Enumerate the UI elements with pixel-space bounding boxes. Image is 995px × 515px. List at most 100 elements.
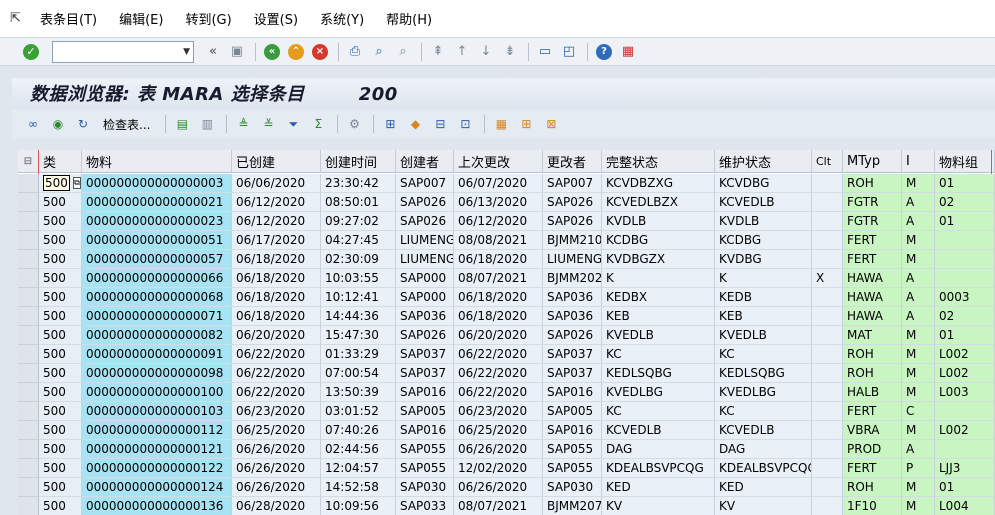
- value-help-icon[interactable]: ⧉: [72, 177, 81, 189]
- cell-industry[interactable]: M: [902, 364, 935, 383]
- table-row[interactable]: 500 000000000000000112 06/25/2020 07:40:26 S…: [18, 421, 995, 440]
- cell-maint-status[interactable]: K: [715, 269, 812, 288]
- cell-created-on[interactable]: 06/22/2020: [232, 383, 321, 402]
- cell-created-on[interactable]: 06/20/2020: [232, 326, 321, 345]
- cell-created-time[interactable]: 10:09:56: [321, 497, 396, 515]
- cell-class[interactable]: 500: [39, 364, 82, 383]
- cell-changed-by[interactable]: SAP007: [543, 174, 602, 193]
- cell-created-by[interactable]: SAP016: [396, 383, 454, 402]
- cell-last-change[interactable]: 06/18/2020: [454, 288, 543, 307]
- cell-changed-by[interactable]: SAP026: [543, 212, 602, 231]
- cell-created-by[interactable]: SAP037: [396, 364, 454, 383]
- last-page-icon[interactable]: ⇟: [499, 41, 521, 63]
- cell-maint-status[interactable]: KC: [715, 345, 812, 364]
- cell-created-by[interactable]: SAP000: [396, 288, 454, 307]
- cell-complete-status[interactable]: KEDLSQBG: [602, 364, 715, 383]
- cell-class[interactable]: 500: [39, 212, 82, 231]
- cell-client[interactable]: [812, 212, 843, 231]
- menu-edit[interactable]: 编辑(E): [119, 9, 163, 28]
- cell-maint-status[interactable]: KCVEDLB: [715, 193, 812, 212]
- cell-material-group[interactable]: 01: [935, 174, 995, 193]
- cell-client[interactable]: [812, 250, 843, 269]
- column-header-last-change[interactable]: 上次更改: [454, 150, 543, 173]
- cell-class[interactable]: 500: [39, 345, 82, 364]
- cell-last-change[interactable]: 06/18/2020: [454, 307, 543, 326]
- cell-complete-status[interactable]: KVEDLB: [602, 326, 715, 345]
- glasses-icon[interactable]: ∞: [22, 114, 44, 134]
- cell-material[interactable]: 000000000000000003: [82, 174, 232, 193]
- cell-maint-status[interactable]: KVEDLBG: [715, 383, 812, 402]
- cell-material[interactable]: 000000000000000136: [82, 497, 232, 515]
- cell-material-type[interactable]: HAWA: [843, 307, 902, 326]
- customize-layout-icon[interactable]: ▦: [617, 41, 639, 63]
- cell-material-type[interactable]: FERT: [843, 231, 902, 250]
- cell-material-type[interactable]: VBRA: [843, 421, 902, 440]
- cell-material-group[interactable]: [935, 440, 995, 459]
- cell-industry[interactable]: A: [902, 440, 935, 459]
- row-selector[interactable]: [18, 364, 39, 383]
- cell-created-on[interactable]: 06/22/2020: [232, 345, 321, 364]
- table-row[interactable]: 500 000000000000000082 06/20/2020 15:47:30 S…: [18, 326, 995, 345]
- cell-material-type[interactable]: ROH: [843, 174, 902, 193]
- menu-system[interactable]: 系统(Y): [320, 9, 364, 28]
- row-selector[interactable]: [18, 174, 39, 193]
- column-header-maint-status[interactable]: 维护状态: [715, 150, 812, 173]
- row-selector[interactable]: [18, 231, 39, 250]
- cell-material-group[interactable]: 01: [935, 478, 995, 497]
- cell-material-group[interactable]: L002: [935, 345, 995, 364]
- cell-client[interactable]: X: [812, 269, 843, 288]
- help-button[interactable]: ?: [593, 41, 615, 63]
- cell-last-change[interactable]: 06/22/2020: [454, 345, 543, 364]
- cell-industry[interactable]: M: [902, 421, 935, 440]
- cell-maint-status[interactable]: KV: [715, 497, 812, 515]
- cell-created-by[interactable]: SAP036: [396, 307, 454, 326]
- cell-last-change[interactable]: 06/23/2020: [454, 402, 543, 421]
- menu-table-entry[interactable]: 表条目(T): [40, 9, 97, 28]
- cell-client[interactable]: [812, 307, 843, 326]
- cell-class[interactable]: 500: [39, 307, 82, 326]
- select-all-cells-icon[interactable]: ⊟: [18, 150, 39, 173]
- cell-class[interactable]: 500: [39, 193, 82, 212]
- cell-changed-by[interactable]: SAP026: [543, 193, 602, 212]
- column-header-material-group[interactable]: 物料组: [935, 150, 995, 173]
- cell-created-by[interactable]: SAP016: [396, 421, 454, 440]
- table-row[interactable]: 500 000000000000000066 06/18/2020 10:03:55 S…: [18, 269, 995, 288]
- cell-industry[interactable]: M: [902, 383, 935, 402]
- cell-last-change[interactable]: 08/07/2021: [454, 269, 543, 288]
- cell-client[interactable]: [812, 326, 843, 345]
- cell-material[interactable]: 000000000000000122: [82, 459, 232, 478]
- cell-maint-status[interactable]: DAG: [715, 440, 812, 459]
- cell-material-group[interactable]: [935, 269, 995, 288]
- cell-changed-by[interactable]: SAP036: [543, 288, 602, 307]
- cell-industry[interactable]: M: [902, 326, 935, 345]
- cell-class[interactable]: 500: [39, 497, 82, 515]
- column-header-client[interactable]: Clt: [812, 150, 843, 173]
- cell-material-group[interactable]: [935, 250, 995, 269]
- cell-created-by[interactable]: SAP007: [396, 174, 454, 193]
- table-row[interactable]: 500 000000000000000136 06/28/2020 10:09:56 S…: [18, 497, 995, 515]
- cell-class[interactable]: 500: [39, 250, 82, 269]
- cell-changed-by[interactable]: SAP030: [543, 478, 602, 497]
- row-selector[interactable]: [18, 307, 39, 326]
- cell-changed-by[interactable]: LIUMENG: [543, 250, 602, 269]
- cell-material-type[interactable]: ROH: [843, 478, 902, 497]
- column-header-industry[interactable]: I: [902, 150, 935, 173]
- table-row[interactable]: 500 000000000000000103 06/23/2020 03:01:52 S…: [18, 402, 995, 421]
- cell-maint-status[interactable]: KCVEDLB: [715, 421, 812, 440]
- cell-created-by[interactable]: SAP055: [396, 459, 454, 478]
- cell-client[interactable]: [812, 459, 843, 478]
- row-selector[interactable]: [18, 345, 39, 364]
- cell-maint-status[interactable]: KDEALBSVPCQG: [715, 459, 812, 478]
- cell-client[interactable]: [812, 288, 843, 307]
- cell-material[interactable]: 000000000000000112: [82, 421, 232, 440]
- cell-industry[interactable]: A: [902, 288, 935, 307]
- cell-created-on[interactable]: 06/06/2020: [232, 174, 321, 193]
- cell-created-time[interactable]: 02:30:09: [321, 250, 396, 269]
- cell-material-type[interactable]: MAT: [843, 326, 902, 345]
- cell-created-on[interactable]: 06/22/2020: [232, 364, 321, 383]
- cell-changed-by[interactable]: SAP037: [543, 364, 602, 383]
- cell-client[interactable]: [812, 364, 843, 383]
- cell-material-group[interactable]: LJJ3: [935, 459, 995, 478]
- cancel-button[interactable]: ×: [309, 41, 331, 63]
- cell-last-change[interactable]: 08/08/2021: [454, 231, 543, 250]
